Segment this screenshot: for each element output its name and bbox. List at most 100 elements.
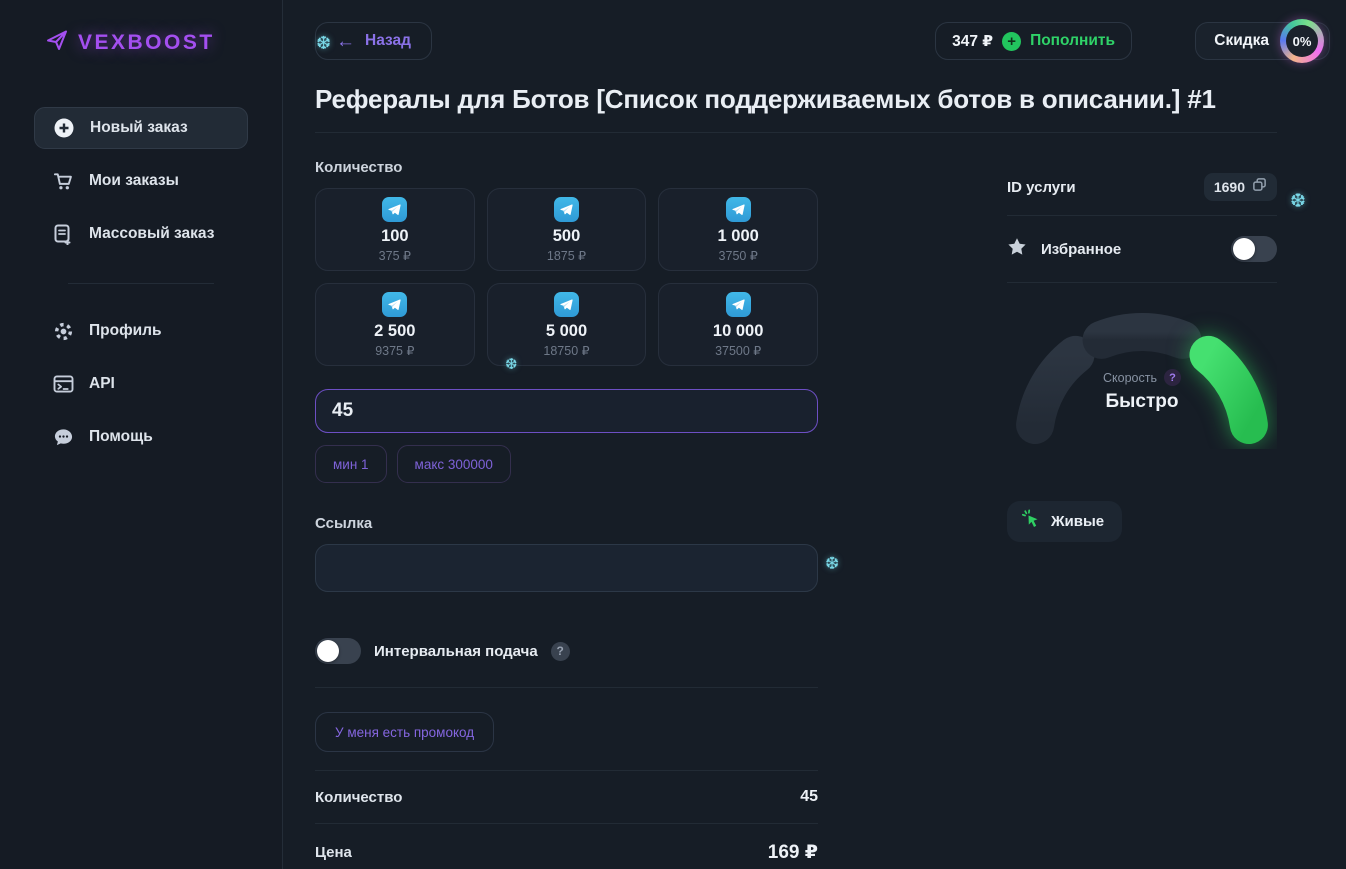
max-limit-tag[interactable]: макс 300000 (397, 445, 511, 483)
promo-code-button[interactable]: У меня есть промокод (315, 712, 494, 752)
bulk-doc-icon (52, 223, 74, 245)
divider (315, 687, 818, 688)
cart-icon (52, 170, 74, 192)
preset-qty: 10 000 (713, 322, 763, 341)
preset-qty: 500 (553, 227, 581, 246)
back-button[interactable]: ← Назад (315, 22, 432, 60)
divider (315, 132, 1277, 133)
link-input[interactable] (315, 544, 818, 592)
preset-qty: 1 000 (718, 227, 759, 246)
service-panel: ID услуги 1690 Избранное (1007, 159, 1277, 869)
balance-amount: 347 ₽ (952, 32, 993, 51)
back-arrow-icon: ← (336, 32, 355, 51)
cursor-click-icon (1021, 509, 1041, 534)
preset-card-10000[interactable]: 10 000 37500 ₽ (658, 283, 818, 366)
service-id-value: 1690 (1214, 179, 1245, 195)
interval-help-icon[interactable]: ? (551, 642, 570, 661)
order-summary: Количество 45 Цена 169 ₽ (315, 770, 818, 869)
plus-circle-icon (53, 117, 75, 139)
min-limit-tag[interactable]: мин 1 (315, 445, 387, 483)
balance-topup-button[interactable]: 347 ₽ + Пополнить (935, 22, 1132, 60)
back-label: Назад (365, 32, 411, 50)
star-icon (1007, 237, 1027, 262)
discount-value: 0% (1286, 25, 1318, 57)
sidebar-divider (68, 283, 214, 284)
sidebar-item-label: Помощь (89, 428, 153, 446)
telegram-icon (554, 292, 579, 317)
preset-price: 37500 ₽ (715, 343, 761, 358)
summary-quantity-value: 45 (800, 788, 818, 806)
telegram-icon (554, 197, 579, 222)
summary-quantity-label: Количество (315, 789, 402, 806)
topup-label: Пополнить (1030, 32, 1115, 50)
telegram-icon (382, 292, 407, 317)
plus-icon: + (1002, 32, 1021, 51)
speed-help-icon[interactable]: ? (1164, 369, 1181, 386)
preset-price: 18750 ₽ (543, 343, 589, 358)
telegram-icon (726, 292, 751, 317)
copy-icon (1252, 177, 1267, 197)
preset-price: 1875 ₽ (547, 248, 586, 263)
snowflake-icon: ❆ (1290, 190, 1306, 213)
toggle-knob (317, 640, 339, 662)
page-title: Рефералы для Ботов [Список поддерживаемы… (315, 84, 1275, 115)
gear-icon (52, 320, 74, 342)
speed-value: Быстро (1007, 391, 1277, 413)
preset-card-100[interactable]: 100 375 ₽ (315, 188, 475, 271)
sidebar-item-my-orders[interactable]: Мои заказы (34, 160, 248, 202)
interval-toggle[interactable] (315, 638, 361, 664)
preset-price: 9375 ₽ (375, 343, 414, 358)
terminal-icon (52, 373, 74, 395)
preset-price: 3750 ₽ (719, 248, 758, 263)
live-badge[interactable]: Живые (1007, 501, 1122, 542)
discount-badge[interactable]: Скидка 0% (1195, 22, 1330, 60)
sidebar-item-bulk-order[interactable]: Массовый заказ (34, 213, 248, 255)
speed-label: Скорость (1103, 371, 1157, 385)
sidebar-item-label: Массовый заказ (89, 225, 214, 243)
sidebar-item-label: Мои заказы (89, 172, 179, 190)
telegram-icon (726, 197, 751, 222)
sidebar-item-label: API (89, 375, 115, 393)
preset-qty: 2 500 (374, 322, 415, 341)
preset-grid: 100 375 ₽ 500 1875 ₽ 1 000 3750 ₽ 2 500 … (315, 188, 818, 366)
chat-icon (52, 426, 74, 448)
preset-qty: 5 000 (546, 322, 587, 341)
header: ← Назад 347 ₽ + Пополнить Скидка 0% (0, 22, 1346, 62)
quantity-label: Количество (315, 159, 818, 176)
speed-gauge: Скорость ? Быстро (1007, 297, 1277, 449)
sidebar-item-label: Новый заказ (90, 119, 188, 137)
service-id-row: ID услуги 1690 (1007, 159, 1277, 215)
divider (1007, 282, 1277, 283)
sidebar-nav: Новый заказ Мои заказы Массовый заказ Пр… (0, 57, 282, 458)
sidebar-item-help[interactable]: Помощь (34, 416, 248, 458)
favorite-label: Избранное (1041, 241, 1121, 258)
sidebar: VEXBOOST Новый заказ Мои заказы Массовый… (0, 0, 283, 869)
preset-card-500[interactable]: 500 1875 ₽ (487, 188, 647, 271)
interval-label: Интервальная подача (374, 643, 538, 660)
summary-price-row: Цена 169 ₽ (315, 823, 818, 869)
summary-price-value: 169 ₽ (768, 841, 818, 864)
sidebar-item-profile[interactable]: Профиль (34, 310, 248, 352)
sidebar-item-label: Профиль (89, 322, 162, 340)
summary-price-label: Цена (315, 844, 352, 861)
order-form: Количество 100 375 ₽ 500 1875 ₽ 1 000 37… (315, 159, 818, 869)
preset-card-5000[interactable]: 5 000 18750 ₽ (487, 283, 647, 366)
toggle-knob (1233, 238, 1255, 260)
summary-quantity-row: Количество 45 (315, 770, 818, 823)
sidebar-item-new-order[interactable]: Новый заказ (34, 107, 248, 149)
main-content: Рефералы для Ботов [Список поддерживаемы… (315, 84, 1277, 869)
telegram-icon (382, 197, 407, 222)
preset-card-1000[interactable]: 1 000 3750 ₽ (658, 188, 818, 271)
favorite-toggle[interactable] (1231, 236, 1277, 262)
live-label: Живые (1051, 513, 1104, 530)
discount-label: Скидка (1214, 32, 1269, 50)
preset-qty: 100 (381, 227, 409, 246)
service-id-copy[interactable]: 1690 (1204, 173, 1277, 201)
service-id-label: ID услуги (1007, 179, 1076, 196)
link-label: Ссылка (315, 515, 818, 532)
favorite-row: Избранное (1007, 216, 1277, 282)
sidebar-item-api[interactable]: API (34, 363, 248, 405)
preset-price: 375 ₽ (379, 248, 411, 263)
preset-card-2500[interactable]: 2 500 9375 ₽ (315, 283, 475, 366)
quantity-input[interactable] (315, 389, 818, 433)
